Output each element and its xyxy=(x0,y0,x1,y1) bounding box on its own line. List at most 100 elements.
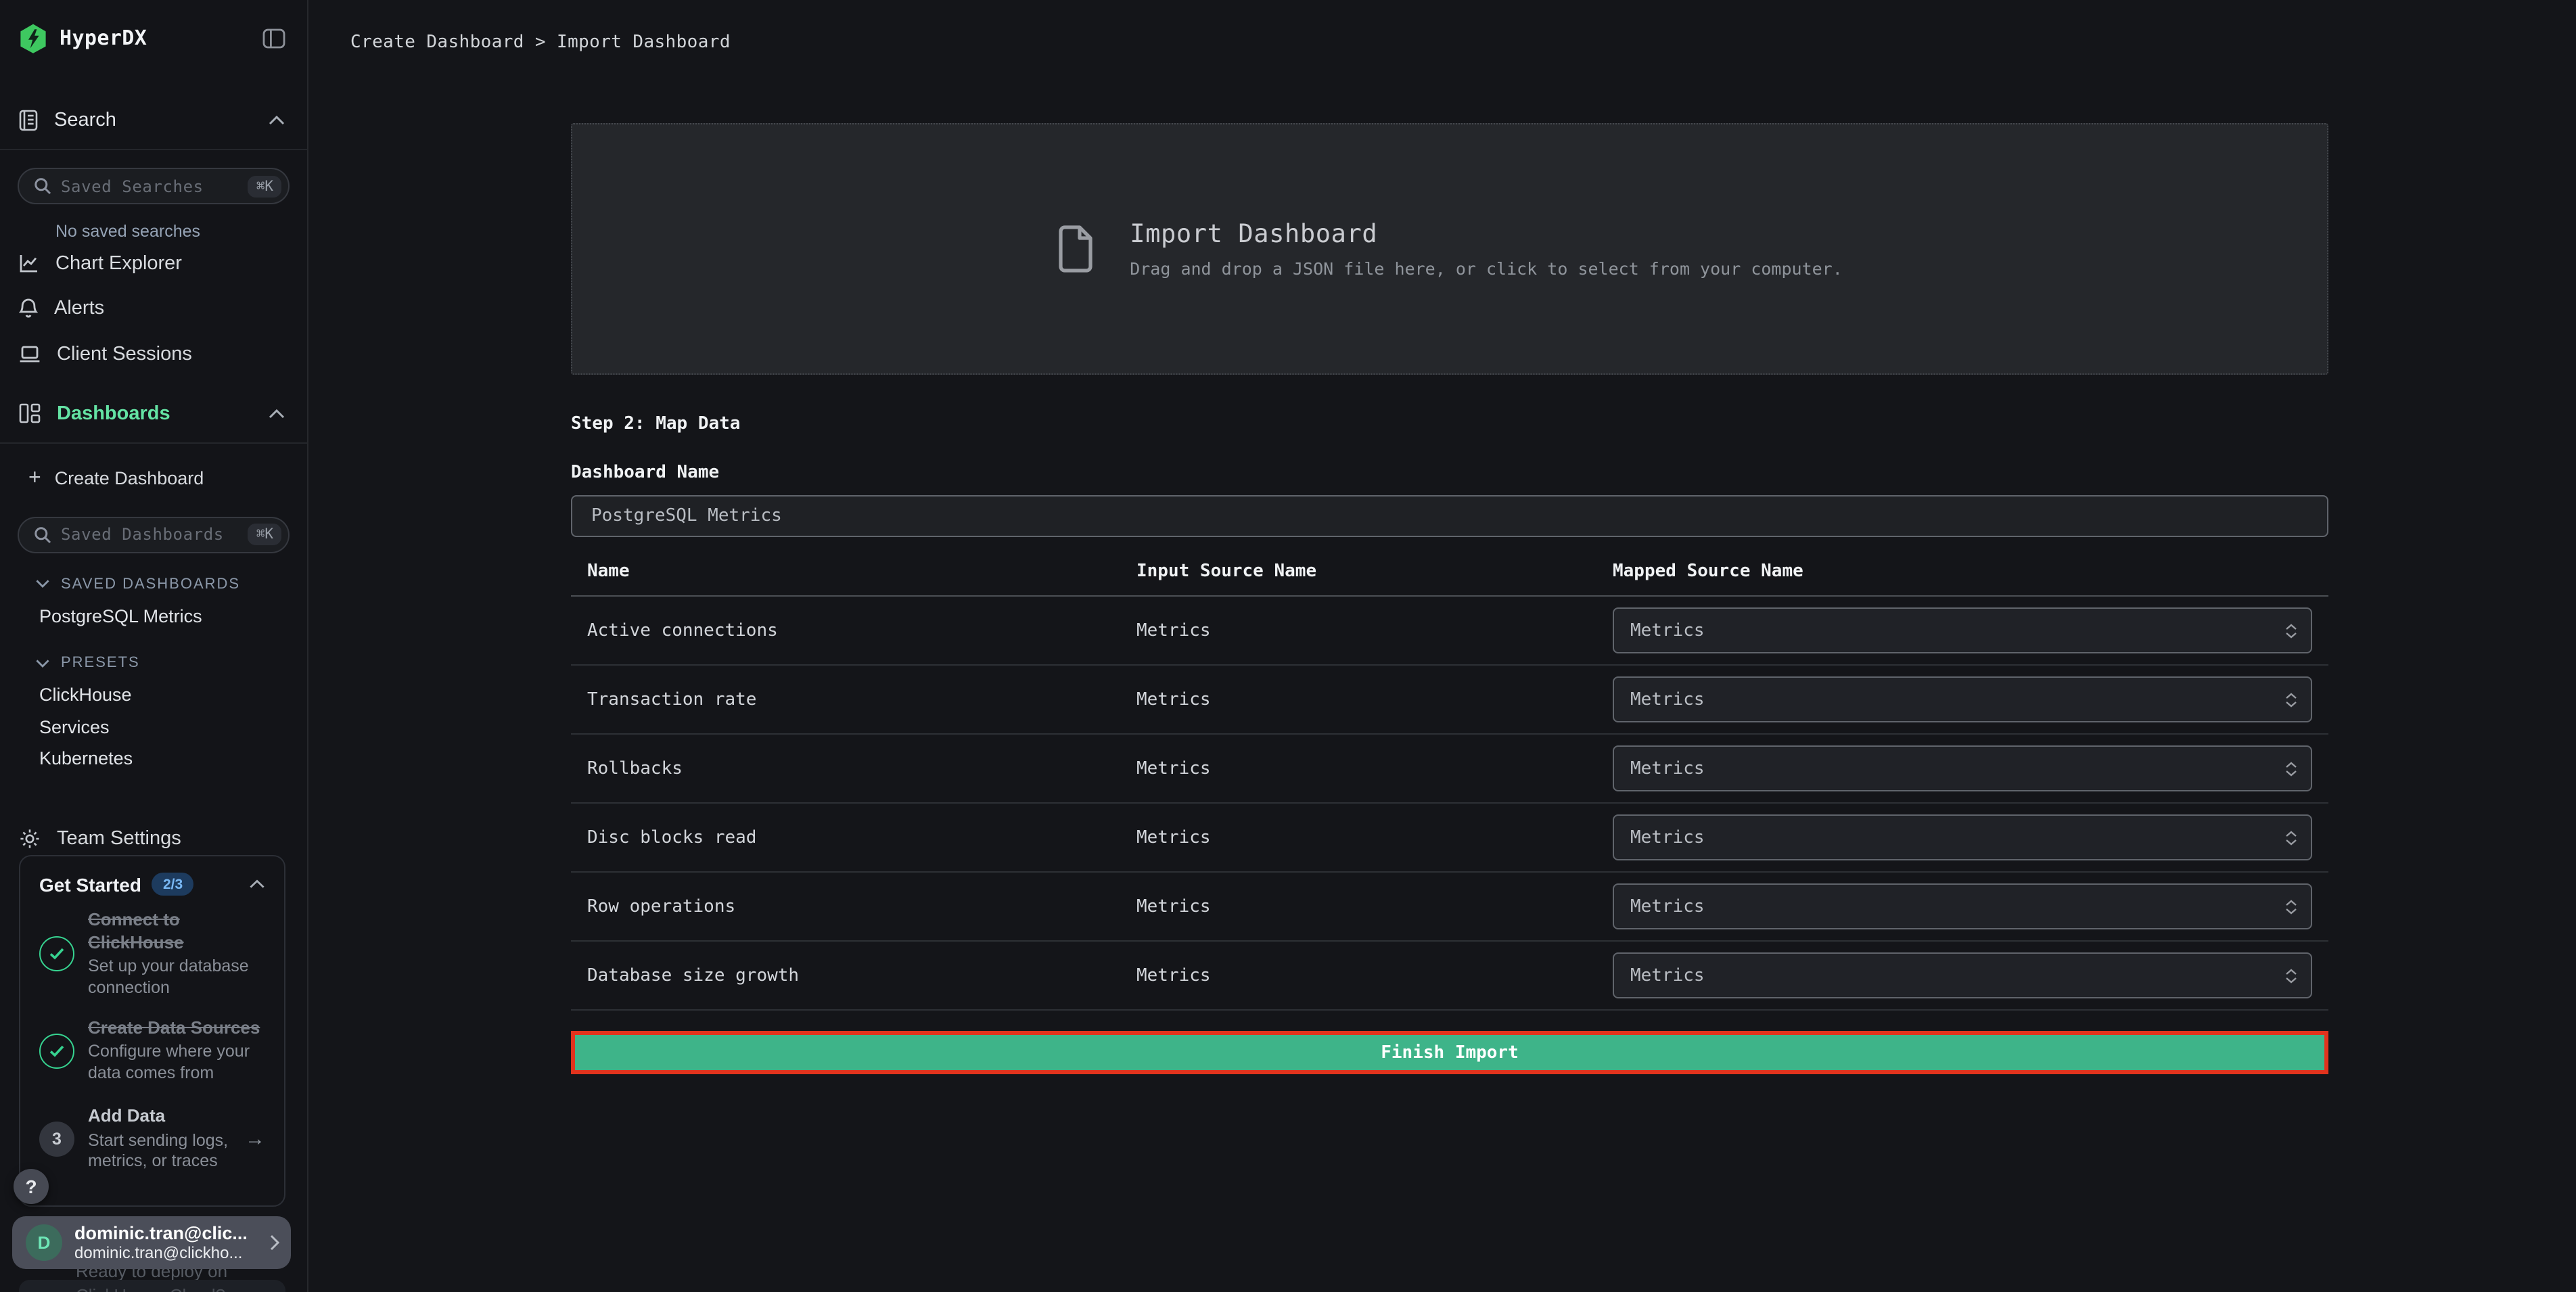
table-row: Transaction rate Metrics Metrics xyxy=(571,666,2328,735)
select-updown-icon xyxy=(2285,899,2297,914)
table-row: Rollbacks Metrics Metrics xyxy=(571,735,2328,804)
input-source-name: Metrics xyxy=(1136,758,1613,779)
step-title: Create Data Sources xyxy=(88,1017,268,1040)
step-desc: Set up your database connection xyxy=(88,957,268,1000)
input-source-name: Metrics xyxy=(1136,620,1613,641)
column-header-mapped-source: Mapped Source Name xyxy=(1613,561,2328,582)
chevron-up-icon[interactable] xyxy=(249,879,265,889)
chevron-up-icon xyxy=(268,115,285,126)
input-source-name: Metrics xyxy=(1136,896,1613,917)
get-started-step-add-data[interactable]: 3 Add Data Start sending logs, metrics, … xyxy=(20,1105,284,1173)
chevron-down-icon xyxy=(35,658,50,668)
user-menu[interactable]: D dominic.tran@clic... dominic.tran@clic… xyxy=(12,1216,291,1269)
search-section-icon xyxy=(19,110,38,131)
metric-name: Database size growth xyxy=(587,965,1136,986)
create-dashboard-label: Create Dashboard xyxy=(55,468,204,488)
laptop-icon xyxy=(19,345,41,364)
main-area: Create Dashboard > Import Dashboard Impo… xyxy=(310,0,2576,1292)
input-source-name: Metrics xyxy=(1136,827,1613,848)
select-updown-icon xyxy=(2285,761,2297,776)
group-label: PRESETS xyxy=(61,655,140,671)
saved-dashboards-input[interactable]: Saved Dashboards ⌘K xyxy=(18,516,290,553)
create-dashboard-button[interactable]: + Create Dashboard xyxy=(0,458,307,499)
dropzone-title: Import Dashboard xyxy=(1130,220,1843,248)
search-icon xyxy=(34,526,51,543)
saved-searches-input[interactable]: Saved Searches ⌘K xyxy=(18,168,290,204)
select-updown-icon xyxy=(2285,830,2297,845)
mapping-table-header: Name Input Source Name Mapped Source Nam… xyxy=(571,561,2328,597)
input-source-name: Metrics xyxy=(1136,965,1613,986)
team-settings-label: Team Settings xyxy=(57,827,181,849)
dashboards-icon xyxy=(19,403,41,423)
mapped-source-select[interactable]: Metrics xyxy=(1613,676,2312,722)
sidebar-item-postgresql-metrics[interactable]: PostgreSQL Metrics xyxy=(0,600,307,632)
mapped-source-select[interactable]: Metrics xyxy=(1613,814,2312,860)
preset-link-label: Services xyxy=(39,717,110,737)
sidebar-item-client-sessions[interactable]: Client Sessions xyxy=(0,331,307,377)
plus-icon: + xyxy=(28,467,41,489)
file-icon xyxy=(1057,225,1095,273)
group-saved-dashboards[interactable]: SAVED DASHBOARDS xyxy=(0,568,307,600)
sidebar-item-clickhouse[interactable]: ClickHouse xyxy=(0,679,307,711)
saved-dashboards-placeholder: Saved Dashboards xyxy=(61,525,239,544)
column-header-name: Name xyxy=(587,561,1136,582)
dashboard-link-label: PostgreSQL Metrics xyxy=(39,606,202,626)
shortcut-badge: ⌘K xyxy=(248,524,281,545)
sidebar-item-team-settings[interactable]: Team Settings xyxy=(0,815,307,861)
check-circle-icon xyxy=(39,937,74,972)
no-saved-searches-note: No saved searches xyxy=(55,222,307,241)
user-email: dominic.tran@clickho... xyxy=(74,1243,257,1263)
search-section-label: Search xyxy=(54,110,268,131)
app-root: HyperDX Search Saved Searches ⌘K No save… xyxy=(0,0,2576,1292)
group-presets[interactable]: PRESETS xyxy=(0,647,307,679)
select-updown-icon xyxy=(2285,623,2297,638)
chart-explorer-icon xyxy=(19,254,39,274)
mapped-source-select[interactable]: Metrics xyxy=(1613,745,2312,791)
metric-name: Transaction rate xyxy=(587,689,1136,710)
chevron-up-icon xyxy=(268,408,285,419)
selected-source-value: Metrics xyxy=(1630,965,2285,986)
hyperdx-logo-icon xyxy=(19,22,47,53)
sidebar-item-label: Client Sessions xyxy=(57,344,192,365)
dashboard-name-input[interactable]: PostgreSQL Metrics xyxy=(571,495,2328,537)
finish-import-button[interactable]: Finish Import xyxy=(571,1031,2328,1074)
sidebar-item-alerts[interactable]: Alerts xyxy=(0,286,307,331)
mapped-source-select[interactable]: Metrics xyxy=(1613,952,2312,998)
sidebar-item-label: Chart Explorer xyxy=(55,253,182,275)
chevron-down-icon xyxy=(35,579,50,589)
gear-icon xyxy=(19,827,41,849)
shortcut-badge: ⌘K xyxy=(248,175,281,197)
group-label: SAVED DASHBOARDS xyxy=(61,576,240,592)
import-dropzone[interactable]: Import Dashboard Drag and drop a JSON fi… xyxy=(571,123,2328,375)
sidebar-item-kubernetes[interactable]: Kubernetes xyxy=(0,743,307,775)
dashboards-section-label: Dashboards xyxy=(57,402,268,424)
sidebar-item-chart-explorer[interactable]: Chart Explorer xyxy=(0,241,307,286)
avatar: D xyxy=(26,1224,62,1261)
sidebar-section-dashboards[interactable]: Dashboards xyxy=(0,390,307,436)
table-row: Database size growth Metrics Metrics xyxy=(571,942,2328,1011)
selected-source-value: Metrics xyxy=(1630,620,2285,641)
sidebar-item-services[interactable]: Services xyxy=(0,711,307,743)
check-circle-icon xyxy=(39,1034,74,1069)
table-row: Row operations Metrics Metrics xyxy=(571,873,2328,942)
sidebar-section-search[interactable]: Search xyxy=(0,97,307,143)
preset-link-label: ClickHouse xyxy=(39,685,132,706)
deploy-hint-text-2: ClickHouse Cloud? xyxy=(76,1285,225,1292)
brand-name: HyperDX xyxy=(60,26,147,50)
get-started-step-connect[interactable]: Connect to ClickHouse Set up your databa… xyxy=(20,909,284,1000)
column-header-input-source: Input Source Name xyxy=(1136,561,1613,582)
top-bar: Create Dashboard > Import Dashboard xyxy=(310,0,2576,84)
selected-source-value: Metrics xyxy=(1630,896,2285,917)
brand-logo: HyperDX xyxy=(19,22,147,53)
sidebar-collapse-button[interactable] xyxy=(262,28,285,48)
sidebar: HyperDX Search Saved Searches ⌘K No save… xyxy=(0,0,308,1292)
mapped-source-select[interactable]: Metrics xyxy=(1613,607,2312,653)
get-started-step-sources[interactable]: Create Data Sources Configure where your… xyxy=(20,1017,284,1085)
help-button[interactable]: ? xyxy=(14,1169,49,1204)
select-updown-icon xyxy=(2285,692,2297,707)
dashboard-name-label: Dashboard Name xyxy=(571,463,2328,483)
mapped-source-select[interactable]: Metrics xyxy=(1613,883,2312,929)
selected-source-value: Metrics xyxy=(1630,758,2285,779)
metric-name: Rollbacks xyxy=(587,758,1136,779)
bell-icon xyxy=(19,298,38,320)
